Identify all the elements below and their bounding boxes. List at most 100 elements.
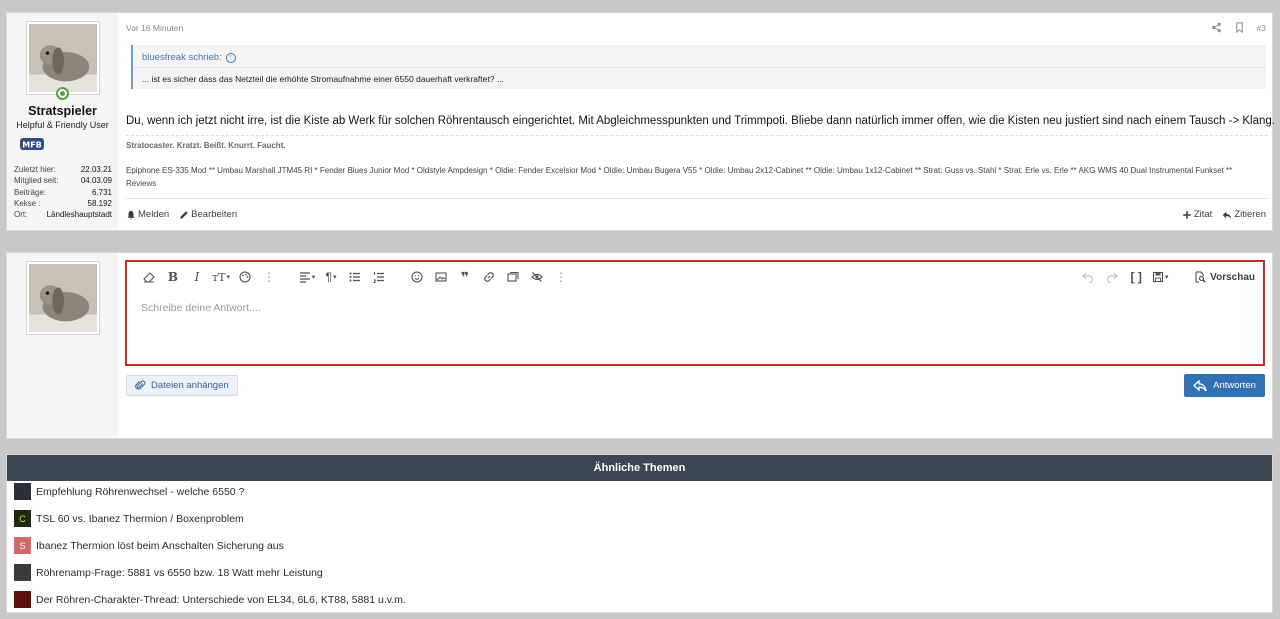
link-icon[interactable] (479, 267, 499, 287)
stat-label: Mitglied seit: (14, 176, 59, 186)
avatar (26, 261, 100, 335)
attach-files-label: Dateien anhängen (151, 380, 229, 391)
submit-reply-label: Antworten (1213, 380, 1256, 391)
signature-motto: Stratocaster. Kratzt. Beißt. Knurrt. Fau… (126, 141, 286, 150)
bell-icon (127, 210, 135, 219)
report-label: Melden (138, 209, 170, 220)
italic-icon[interactable]: I (187, 267, 207, 287)
post-footer: Melden Bearbeiten Zitat Zitieren (126, 209, 1266, 220)
post-body: Du, wenn ich jetzt nicht irre, ist die K… (126, 115, 1275, 127)
palette-icon[interactable] (235, 267, 255, 287)
thread-title: Empfehlung Röhrenwechsel - welche 6550 ? (36, 485, 245, 498)
stat-label: Zuletzt hier: (14, 165, 56, 174)
thread-title: Der Röhren-Charakter-Thread: Unterschied… (36, 593, 406, 606)
attach-files-button[interactable]: Dateien anhängen (126, 375, 238, 396)
reply-user-panel (7, 253, 118, 438)
image-icon[interactable] (431, 267, 451, 287)
spoiler-eye-slash-icon[interactable] (527, 267, 547, 287)
post-number[interactable]: #3 (1257, 23, 1266, 33)
bbcode-toggle-icon[interactable]: [ ] (1126, 267, 1146, 287)
preview-button[interactable]: Vorschau (1194, 271, 1255, 283)
media-icon[interactable] (503, 267, 523, 287)
paperclip-icon (135, 380, 146, 390)
numbered-list-icon[interactable] (369, 267, 389, 287)
reply-arrow-icon (1223, 211, 1232, 219)
text-size-icon[interactable]: тT (211, 267, 231, 287)
stat-value: 6.731 (91, 187, 112, 197)
multiquote-button[interactable]: Zitat (1182, 209, 1212, 220)
thread-avatar-icon (14, 564, 31, 581)
undo-icon[interactable] (1078, 267, 1098, 287)
stat-value: Ländleshauptstadt (46, 210, 112, 220)
reply-input-placeholder[interactable]: Schreibe deine Antwort.... (141, 302, 261, 314)
editor-toolbar: B I тT ⋮ ¶ ❞ ⋮ [ ] Vorschau (127, 262, 1263, 292)
arrow-up-circle-icon[interactable]: ↑ (225, 52, 236, 63)
thread-avatar-icon (14, 483, 31, 500)
similar-threads: Ähnliche Themen Empfehlung Röhrenwechsel… (6, 454, 1273, 613)
thread-title: Röhrenamp-Frage: 5881 vs 6550 bzw. 18 Wa… (36, 566, 323, 579)
post-main: Vor 16 Minuten #3 bluesfreak schrieb: ↑ … (126, 13, 1275, 230)
editor-toolbar-right: [ ] Vorschau (1078, 267, 1255, 287)
thread-link[interactable]: Empfehlung Röhrenwechsel - welche 6550 ? (14, 483, 244, 500)
thread-link[interactable]: C TSL 60 vs. Ibanez Thermion / Boxenprobl… (14, 510, 244, 527)
submit-reply-button[interactable]: Antworten (1184, 374, 1265, 397)
plus-icon (1183, 210, 1191, 219)
share-icon[interactable] (1211, 22, 1222, 33)
post-message: Stratspieler Helpful & Friendly User MFB… (6, 12, 1275, 231)
similar-threads-title: Ähnliche Themen (7, 455, 1272, 481)
svg-text:MFB: MFB (22, 141, 42, 150)
quote-label: Zitat (1193, 209, 1213, 220)
stat-label: Beiträge: (14, 187, 47, 197)
rabbit-avatar-image (29, 264, 97, 332)
stat-label: Ort: (14, 210, 28, 220)
thread-link[interactable]: Röhrenamp-Frage: 5881 vs 6550 bzw. 18 Wa… (14, 564, 323, 581)
preview-label: Vorschau (1210, 271, 1255, 283)
thread-title: TSL 60 vs. Ibanez Thermion / Boxenproble… (36, 512, 244, 525)
pencil-icon (180, 210, 188, 219)
signature-divider (126, 135, 1268, 136)
align-left-icon[interactable] (297, 267, 317, 287)
online-status-icon (56, 87, 69, 100)
quick-reply: B I тT ⋮ ¶ ❞ ⋮ [ ] Vorschau (6, 252, 1273, 439)
thread-avatar-icon: S (14, 537, 31, 554)
reply-quote-button[interactable]: Zitieren (1222, 209, 1266, 220)
rabbit-avatar-image (29, 24, 97, 92)
stat-value: 58.192 (87, 198, 112, 208)
user-title: Helpful & Friendly User (16, 120, 109, 130)
more-options-icon[interactable]: ⋮ (259, 267, 279, 287)
bold-icon[interactable]: B (163, 267, 183, 287)
footer-divider (126, 198, 1268, 199)
edit-button[interactable]: Bearbeiten (179, 209, 237, 220)
thread-avatar-icon (14, 591, 31, 608)
redo-icon[interactable] (1102, 267, 1122, 287)
post-timestamp[interactable]: Vor 16 Minuten (126, 23, 183, 33)
thread-link[interactable]: S Ibanez Thermion löst beim Anschalten Si… (14, 537, 284, 554)
paragraph-icon[interactable]: ¶ (321, 267, 341, 287)
signature-gear[interactable]: Epiphone ES-335 Mod ** Umbau Marshall JT… (126, 165, 1246, 190)
reply-editor[interactable]: B I тT ⋮ ¶ ❞ ⋮ [ ] Vorschau (125, 260, 1265, 366)
stat-value: 04.03.09 (80, 176, 112, 186)
stat-label: Kekse : (14, 198, 41, 208)
smiley-icon[interactable] (407, 267, 427, 287)
reply-arrow-icon (1193, 379, 1207, 391)
bullet-list-icon[interactable] (345, 267, 365, 287)
quote-author[interactable]: bluesfreak schrieb: ↑ (142, 52, 236, 63)
more-options-icon[interactable]: ⋮ (551, 267, 571, 287)
post-user-panel: Stratspieler Helpful & Friendly User MFB… (7, 13, 118, 230)
user-stats: Zuletzt hier: 22.03.21 Mitglied seit: 04.0… (14, 164, 112, 220)
thread-link[interactable]: Der Röhren-Charakter-Thread: Unterschied… (14, 591, 406, 608)
quote-icon[interactable]: ❞ (455, 267, 475, 287)
quote-text: ... ist es sicher dass das Netzteil die … (133, 67, 1266, 89)
quote-block: bluesfreak schrieb: ↑ ... ist es sicher … (131, 45, 1266, 89)
avatar[interactable] (26, 21, 100, 95)
bookmark-icon[interactable] (1234, 22, 1245, 33)
preview-magnifier-icon (1195, 271, 1206, 283)
reply-label: Zitieren (1234, 209, 1266, 220)
user-badge-icon: MFB (20, 138, 44, 150)
username[interactable]: Stratspieler (7, 104, 118, 118)
eraser-icon[interactable] (139, 267, 159, 287)
report-button[interactable]: Melden (126, 209, 169, 220)
edit-label: Bearbeiten (191, 209, 238, 220)
stat-value: 22.03.21 (80, 165, 112, 174)
drafts-icon[interactable] (1150, 267, 1170, 287)
